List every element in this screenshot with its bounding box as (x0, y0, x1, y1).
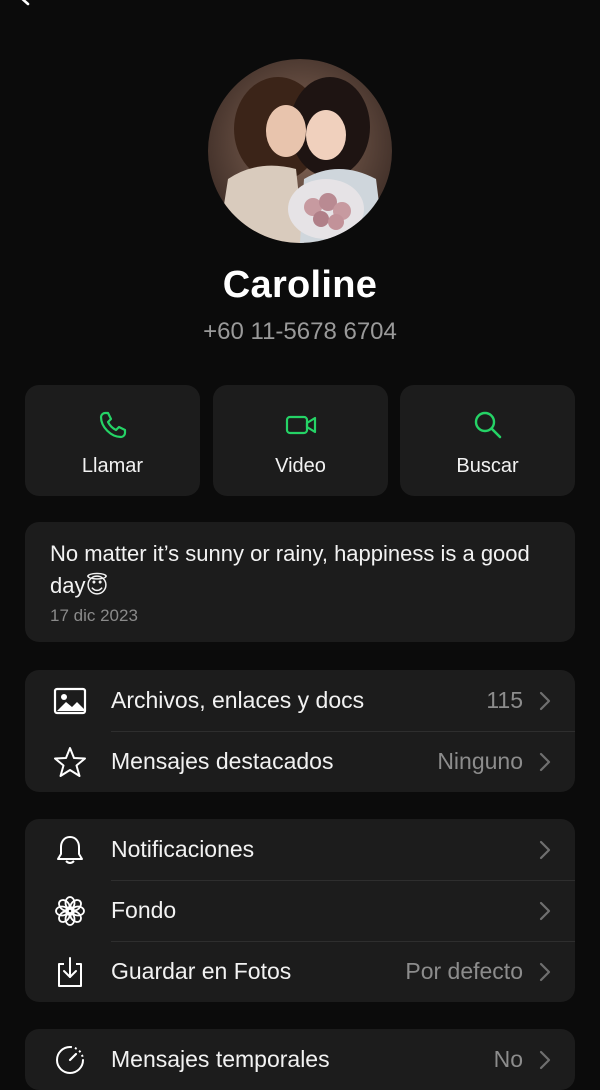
chevron-right-icon (539, 901, 551, 921)
chevron-right-icon (539, 840, 551, 860)
disappearing-messages-value: No (493, 1046, 523, 1072)
bell-icon (57, 836, 83, 864)
image-icon (53, 687, 87, 715)
chevron-right-icon (539, 962, 551, 982)
search-label: Buscar (456, 455, 519, 477)
starred-messages-row[interactable]: Mensajes destacados Ninguno (25, 731, 575, 792)
files-links-docs-row[interactable]: Archivos, enlaces y docs 115 (25, 670, 575, 731)
disappearing-messages-row[interactable]: Mensajes temporales No (25, 1029, 575, 1090)
save-download-icon (58, 957, 82, 987)
back-chevron-icon[interactable] (14, 0, 34, 6)
contact-phone[interactable]: +60 11-5678 6704 (0, 318, 600, 346)
chevron-right-icon (539, 1050, 551, 1070)
star-icon (54, 747, 86, 777)
save-to-photos-value: Por defecto (405, 958, 523, 984)
contact-name: Caroline (222, 264, 378, 306)
about-date: 17 dic 2023 (50, 606, 138, 625)
notifications-label: Notificaciones (111, 836, 255, 862)
starred-label: Mensajes destacados (111, 748, 334, 774)
phone-icon (99, 411, 126, 439)
wallpaper-label: Fondo (111, 897, 177, 923)
privacy-card: Mensajes temporales No (25, 1029, 575, 1090)
media-card: Archivos, enlaces y docs 115 Mensajes de… (25, 670, 575, 792)
about-text: No matter it’s sunny or rainy, happiness… (50, 541, 530, 598)
search-button[interactable]: Buscar (400, 385, 575, 496)
starred-value: Ninguno (437, 748, 523, 774)
chevron-right-icon (539, 691, 551, 711)
chevron-right-icon (539, 752, 551, 772)
files-count: 115 (486, 687, 523, 713)
notifications-row[interactable]: Notificaciones (25, 819, 575, 880)
files-label: Archivos, enlaces y docs (111, 687, 365, 713)
profile-photo[interactable] (208, 59, 392, 243)
video-camera-icon (285, 415, 316, 435)
video-label: Video (275, 455, 326, 477)
wallpaper-flower-icon (55, 896, 85, 926)
wallpaper-row[interactable]: Fondo (25, 880, 575, 941)
save-to-photos-label: Guardar en Fotos (111, 958, 292, 984)
settings-card: Notificaciones Fondo Guardar en Fotos Po… (25, 819, 575, 1002)
call-button[interactable]: Llamar (25, 385, 200, 496)
call-label: Llamar (81, 455, 144, 477)
video-call-button[interactable]: Video (213, 385, 388, 496)
timer-icon (56, 1046, 84, 1074)
save-to-photos-row[interactable]: Guardar en Fotos Por defecto (25, 941, 575, 1002)
disappearing-messages-label: Mensajes temporales (111, 1046, 330, 1072)
about-card[interactable]: No matter it’s sunny or rainy, happiness… (25, 522, 575, 642)
search-icon (474, 411, 501, 439)
